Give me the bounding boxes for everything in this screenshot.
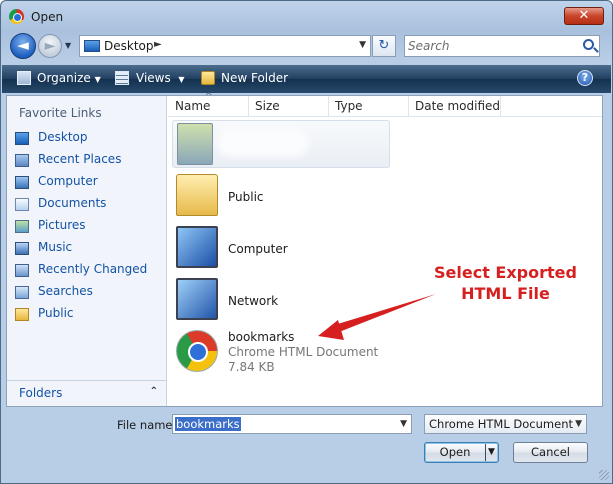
views-icon [115,71,129,85]
file-name-field[interactable]: bookmarks ▼ [172,414,412,434]
music-icon [15,242,29,255]
search-box[interactable] [404,35,600,57]
search-input[interactable] [408,38,573,54]
sidebar-item-desktop[interactable]: Desktop [13,128,163,150]
sidebar-item-pictures[interactable]: Pictures [13,216,163,238]
views-dropdown-icon: ▼ [178,75,185,84]
sidebar-item-computer[interactable]: Computer [13,172,163,194]
annotation-arrow [318,294,436,340]
favorite-links-list: Desktop Recent Places Computer Documents… [13,128,163,326]
sidebar-item-documents[interactable]: Documents [13,194,163,216]
back-button[interactable]: ◄ [10,33,36,59]
cancel-button[interactable]: Cancel [513,442,588,463]
split-divider [485,444,486,461]
file-type-value: Chrome HTML Document [429,417,573,431]
views-button[interactable]: Views ▼ [136,71,185,85]
file-list: Name ^ Size Type Date modified Public Co… [168,92,602,406]
new-folder-icon [201,71,215,85]
sidebar-item-recent-places[interactable]: Recent Places [13,150,163,172]
chrome-icon [9,9,24,24]
sidebar-item-music[interactable]: Music [13,238,163,260]
desktop-icon [84,40,100,52]
open-button[interactable]: Open ▼ [424,442,499,463]
address-bar[interactable]: Desktop ► ▼ [79,35,371,57]
favorite-links-heading: Favorite Links [19,106,102,120]
window-title: Open [31,10,64,24]
file-name-input[interactable]: bookmarks [175,417,241,431]
chevron-up-icon: ⌃ [149,386,158,397]
open-dialog: Open ✕ ◄ ► ▼ Desktop ► ▼ ↻ Organize ▼ Vi… [0,0,613,484]
file-name-label: File name: [117,418,177,432]
close-button[interactable]: ✕ [564,7,604,25]
new-folder-button[interactable]: New Folder [221,71,288,85]
open-dropdown-icon[interactable]: ▼ [488,443,495,462]
refresh-button[interactable]: ↻ [372,35,396,57]
documents-icon [15,198,29,211]
public-folder-icon [15,308,29,321]
organize-button[interactable]: Organize ▼ [37,71,101,85]
forward-button[interactable]: ► [38,34,62,58]
recent-places-icon [15,154,29,167]
content-area: Favorite Links Desktop Recent Places Com… [6,92,603,407]
file-type-select[interactable]: Chrome HTML Document ▼ [424,414,587,434]
breadcrumb-arrow-icon[interactable]: ► [154,39,162,50]
searches-icon [15,286,29,299]
search-icon[interactable] [583,39,594,50]
address-row: ◄ ► ▼ Desktop ► ▼ ↻ [1,31,612,61]
breadcrumb-desktop[interactable]: Desktop [104,39,154,53]
address-dropdown-icon[interactable]: ▼ [359,40,366,50]
history-dropdown-icon[interactable]: ▼ [65,41,71,50]
annotation-text: Select Exported HTML File [434,263,577,303]
desktop-icon [15,132,29,145]
title-bar[interactable]: Open ✕ [1,1,612,31]
pictures-icon [15,220,29,233]
navigation-pane: Favorite Links Desktop Recent Places Com… [7,96,167,406]
folders-toggle[interactable]: Folders ⌃ [7,380,166,406]
resize-grip[interactable] [599,470,609,480]
organize-dropdown-icon: ▼ [94,75,101,84]
file-name-dropdown-icon[interactable]: ▼ [400,419,407,429]
computer-icon [15,176,29,189]
chevron-down-icon: ▼ [575,419,582,429]
help-icon[interactable]: ? [577,70,593,86]
recently-changed-icon [15,264,29,277]
arrow-head [318,320,344,340]
sidebar-item-recently-changed[interactable]: Recently Changed [13,260,163,282]
sidebar-item-public[interactable]: Public [13,304,163,326]
folders-label: Folders [19,386,63,400]
sidebar-item-searches[interactable]: Searches [13,282,163,304]
organize-icon [17,71,31,85]
command-toolbar: Organize ▼ Views ▼ New Folder ? [2,65,611,93]
